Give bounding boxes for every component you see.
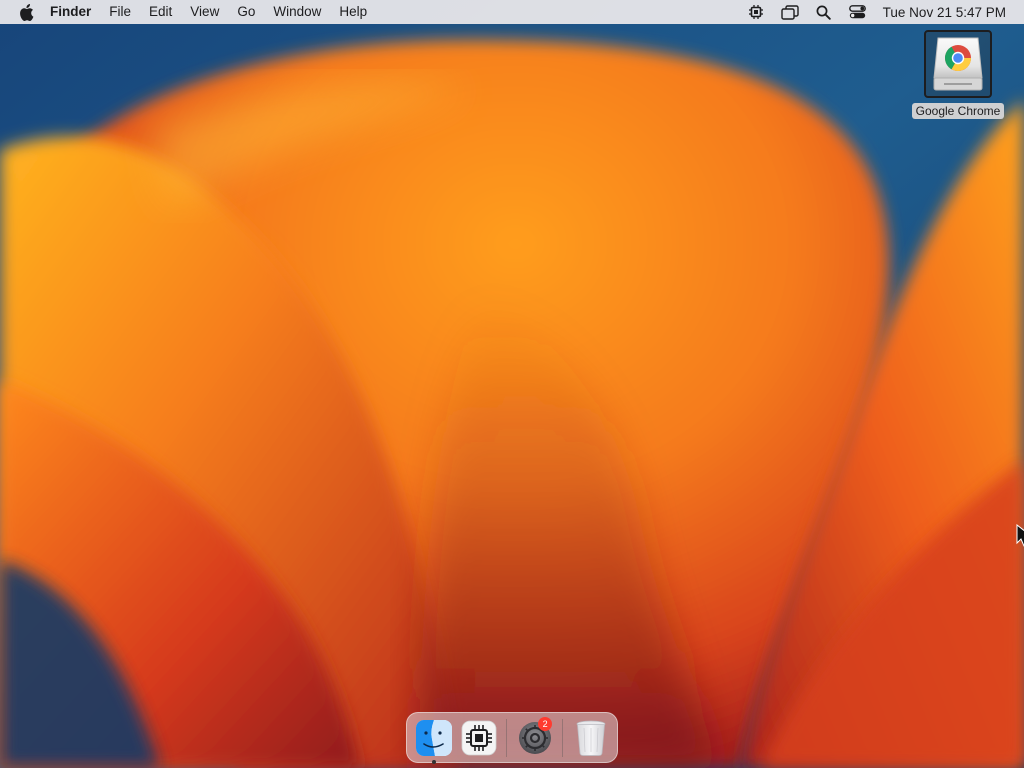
- desktop-icon-label[interactable]: Google Chrome: [911, 103, 1005, 119]
- desktop-icon-google-chrome[interactable]: Google Chrome: [908, 30, 1008, 119]
- spotlight-search-icon[interactable]: [807, 0, 841, 24]
- menu-window[interactable]: Window: [264, 0, 330, 24]
- desktop[interactable]: Finder File Edit View Go Window Help Tue…: [0, 0, 1024, 768]
- trash-icon: [576, 720, 605, 756]
- dock-item-chip-app[interactable]: [459, 716, 498, 760]
- dock-separator: [506, 718, 508, 757]
- cpu-chip-icon: [461, 720, 496, 755]
- cpu-chip-icon[interactable]: [739, 0, 773, 24]
- finder-icon: [415, 719, 452, 756]
- dock-item-system-settings[interactable]: 2: [515, 716, 554, 760]
- google-chrome-disk-icon: [933, 37, 983, 91]
- desktop-wallpaper: [0, 0, 1024, 768]
- menu-bar-clock[interactable]: Tue Nov 21 5:47 PM: [875, 5, 1024, 20]
- menu-edit[interactable]: Edit: [140, 0, 181, 24]
- dock-running-indicator: [431, 759, 436, 764]
- notification-badge: 2: [538, 716, 553, 731]
- menu-bar-status-area: Tue Nov 21 5:47 PM: [739, 0, 1024, 24]
- dock: 2: [406, 712, 618, 764]
- control-center-icon[interactable]: [841, 0, 875, 24]
- dock-item-trash[interactable]: [571, 716, 610, 760]
- screen-mirroring-icon[interactable]: [773, 0, 807, 24]
- menu-go[interactable]: Go: [228, 0, 264, 24]
- menu-file[interactable]: File: [100, 0, 140, 24]
- desktop-icon-selection-frame: [924, 30, 992, 98]
- apple-logo-icon[interactable]: [6, 0, 46, 24]
- menu-app-name[interactable]: Finder: [46, 0, 100, 24]
- menu-bar: Finder File Edit View Go Window Help Tue…: [0, 0, 1024, 24]
- mouse-cursor-icon: [1016, 524, 1024, 547]
- dock-item-finder[interactable]: [414, 716, 453, 764]
- menu-view[interactable]: View: [181, 0, 228, 24]
- dock-separator: [562, 718, 563, 757]
- menu-help[interactable]: Help: [330, 0, 376, 24]
